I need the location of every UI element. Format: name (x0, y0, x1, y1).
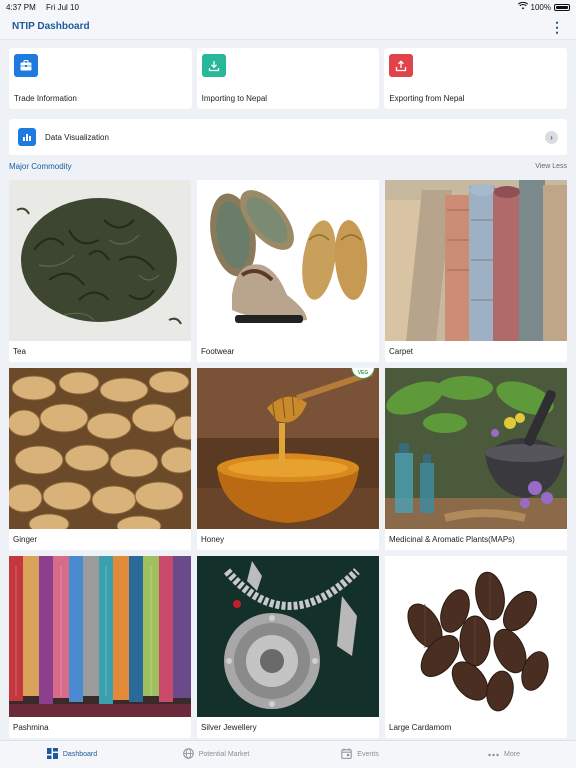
tab-label: Dashboard (62, 751, 98, 758)
tab-dashboard[interactable]: Dashboard (0, 741, 144, 768)
quick-tiles: Trade Information Importing to Nepal Exp… (9, 48, 568, 109)
kebab-menu-icon[interactable]: ⋮ (550, 20, 564, 34)
nav-bar: NTIP Dashboard ⋮ (0, 14, 576, 40)
globe-icon (182, 747, 194, 762)
upload-icon (389, 54, 414, 77)
tab-potential-market[interactable]: Potential Market (144, 741, 288, 768)
commodity-label: Silver Jewellery (201, 723, 257, 732)
download-icon (201, 54, 226, 77)
pashmina-shawls-image (9, 556, 191, 717)
tile-label: Importing to Nepal (201, 94, 268, 103)
rolled-carpets-image (385, 180, 567, 341)
commodity-card-footwear[interactable]: Footwear (197, 180, 379, 362)
commodity-grid: Tea Footwear Carpet Ginger VEG Honey Med… (9, 180, 567, 738)
ginger-roots-image (9, 368, 191, 529)
tab-more[interactable]: More (432, 741, 576, 768)
commodity-label: Carpet (389, 347, 414, 356)
commodity-label: Tea (13, 347, 26, 356)
tab-label: More (504, 751, 520, 758)
commodity-card-maps[interactable]: Medicinal & Aromatic Plants(MAPs) (385, 368, 567, 550)
commodity-label: Large Cardamom (389, 723, 452, 732)
tile-exporting[interactable]: Exporting from Nepal (384, 48, 568, 109)
herbs-mortar-image (385, 368, 567, 529)
page-title: NTIP Dashboard (12, 21, 90, 32)
silver-necklace-image (197, 556, 379, 717)
tab-label: Events (357, 751, 379, 758)
commodity-label: Ginger (13, 535, 38, 544)
tile-label: Exporting from Nepal (389, 94, 465, 103)
commodity-label: Footwear (201, 347, 235, 356)
more-icon (488, 749, 499, 760)
honey-bowl-image: VEG (197, 368, 379, 529)
dashboard-icon (46, 747, 58, 762)
view-less-link[interactable]: View Less (535, 163, 567, 170)
commodity-label: Medicinal & Aromatic Plants(MAPs) (389, 535, 515, 544)
commodity-card-carpet[interactable]: Carpet (385, 180, 567, 362)
status-time: 4:37 PM (6, 2, 36, 12)
commodity-card-ginger[interactable]: Ginger (9, 368, 191, 550)
commodity-card-pashmina[interactable]: Pashmina (9, 556, 191, 738)
commodity-card-silver-jewellery[interactable]: Silver Jewellery (197, 556, 379, 738)
chevron-right-icon: › (545, 130, 558, 144)
bar-chart-icon (18, 128, 36, 146)
woven-slippers-image (197, 180, 379, 341)
data-visualization-label: Data Visualization (45, 132, 109, 142)
data-visualization-row[interactable]: Data Visualization › (9, 119, 567, 155)
wifi-icon (517, 1, 528, 12)
commodity-card-honey[interactable]: VEG Honey (197, 368, 379, 550)
commodity-card-large-cardamom[interactable]: Large Cardamom (385, 556, 567, 738)
briefcase-icon (14, 54, 38, 77)
calendar-icon (341, 748, 352, 762)
commodity-label: Honey (201, 535, 225, 544)
commodity-label: Pashmina (13, 723, 49, 732)
status-bar: 4:37 PM Fri Jul 10 100% (0, 0, 576, 14)
tab-label: Potential Market (198, 751, 250, 758)
tile-importing[interactable]: Importing to Nepal (196, 48, 380, 109)
commodity-card-tea[interactable]: Tea (9, 180, 191, 362)
battery-percent: 100% (530, 2, 551, 12)
status-date: Fri Jul 10 (46, 2, 79, 12)
tile-label: Trade Information (14, 94, 77, 103)
bottom-tab-bar: Dashboard Potential Market Events More (0, 740, 576, 768)
section-header: Major Commodity View Less (9, 162, 567, 171)
tile-trade-information[interactable]: Trade Information (9, 48, 192, 109)
section-title: Major Commodity (9, 162, 72, 171)
cardamom-pods-image (385, 556, 567, 717)
tab-events[interactable]: Events (288, 741, 432, 768)
tea-leaves-image (9, 180, 191, 341)
battery-icon (554, 3, 570, 11)
